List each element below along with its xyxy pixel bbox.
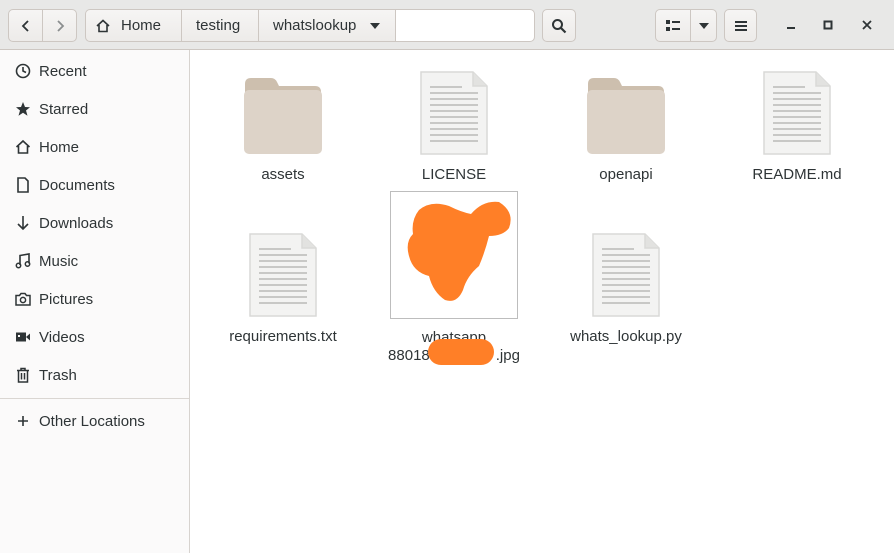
triangle-down-icon <box>698 22 709 29</box>
file-name: whats_lookup.py <box>570 328 682 345</box>
folder-icon <box>586 60 666 156</box>
sidebar-item-label: Recent <box>39 62 87 80</box>
breadcrumb-whatslookup[interactable]: whatslookup <box>258 9 395 42</box>
view-mode-button[interactable] <box>655 9 691 42</box>
view-options-dropdown[interactable] <box>690 9 717 42</box>
chevron-left-icon <box>21 19 29 32</box>
search-button[interactable] <box>542 9 576 42</box>
minimize-button[interactable] <box>780 14 802 36</box>
path-bar-empty <box>395 9 535 42</box>
sidebar-item-documents[interactable]: Documents <box>0 166 189 204</box>
path-bar: Home testing whatslookup <box>85 9 535 42</box>
redaction-scribble <box>407 201 511 301</box>
search-icon <box>552 18 567 33</box>
sidebar-item-label: Pictures <box>39 290 94 308</box>
close-icon <box>862 20 872 30</box>
sidebar-item-label: Starred <box>39 100 89 118</box>
file-item-whatsapp-image[interactable]: whatsapp 88018 .jpg <box>379 191 529 365</box>
breadcrumb-home[interactable]: Home <box>85 9 181 42</box>
sidebar-item-label: Documents <box>39 176 115 194</box>
close-button[interactable] <box>856 14 878 36</box>
sidebar-item-label: Home <box>39 138 80 156</box>
sidebar-item-pictures[interactable]: Pictures <box>0 280 189 318</box>
file-name: assets <box>261 166 305 183</box>
file-item-assets[interactable]: assets <box>208 60 358 184</box>
plus-icon <box>14 412 32 430</box>
sidebar-item-label: Music <box>39 252 79 270</box>
trash-icon <box>14 366 32 384</box>
file-name: README.md <box>752 166 842 183</box>
clock-icon <box>14 62 32 80</box>
file-name-prefix: 88018 <box>388 347 430 364</box>
file-item-readme[interactable]: README.md <box>722 60 872 184</box>
list-view-icon <box>666 19 680 31</box>
maximize-icon <box>823 20 833 30</box>
file-item-openapi[interactable]: openapi <box>551 60 701 184</box>
sidebar: Recent Starred Home Documents Downloads … <box>0 50 190 553</box>
file-item-license[interactable]: LICENSE <box>379 60 529 184</box>
breadcrumb-testing[interactable]: testing <box>181 9 258 42</box>
home-icon <box>14 138 32 156</box>
file-item-whats-lookup[interactable]: whats_lookup.py <box>551 222 701 346</box>
sidebar-item-starred[interactable]: Starred <box>0 90 189 128</box>
sidebar-item-label: Trash <box>39 366 77 384</box>
breadcrumb-label: Home <box>121 17 162 34</box>
file-name: whatsapp 88018 .jpg <box>388 329 520 365</box>
text-file-icon <box>762 60 832 156</box>
minimize-icon <box>787 27 795 29</box>
text-file-icon <box>419 60 489 156</box>
image-thumbnail <box>390 191 518 319</box>
file-name: LICENSE <box>421 166 487 183</box>
breadcrumb-label: whatslookup <box>273 17 357 34</box>
chevron-right-icon <box>56 19 64 32</box>
main-menu-button[interactable] <box>724 9 757 42</box>
file-grid: assets LICENSE openapi README.md require… <box>190 50 894 553</box>
forward-button[interactable] <box>42 9 77 42</box>
document-icon <box>14 176 32 194</box>
hamburger-menu-icon <box>734 20 747 31</box>
home-icon <box>96 18 110 32</box>
back-button[interactable] <box>8 9 43 42</box>
sidebar-item-label: Downloads <box>39 214 114 232</box>
star-icon <box>14 100 32 118</box>
header-bar: Home testing whatslookup <box>0 0 894 50</box>
sidebar-item-trash[interactable]: Trash <box>0 356 189 394</box>
folder-icon <box>243 60 323 156</box>
music-note-icon <box>14 252 32 270</box>
file-name: requirements.txt <box>229 328 337 345</box>
sidebar-item-home[interactable]: Home <box>0 128 189 166</box>
text-file-icon <box>248 222 318 318</box>
video-camera-icon <box>14 328 32 346</box>
sidebar-item-recent[interactable]: Recent <box>0 52 189 90</box>
maximize-button[interactable] <box>817 14 839 36</box>
breadcrumb-label: testing <box>196 17 241 34</box>
redaction-mark <box>428 339 495 365</box>
sidebar-item-other-locations[interactable]: Other Locations <box>0 402 189 440</box>
text-file-icon <box>591 222 661 318</box>
sidebar-item-label: Videos <box>39 328 85 346</box>
file-name: openapi <box>599 166 653 183</box>
sidebar-item-downloads[interactable]: Downloads <box>0 204 189 242</box>
download-arrow-icon <box>14 214 32 232</box>
sidebar-item-videos[interactable]: Videos <box>0 318 189 356</box>
file-name-suffix: .jpg <box>495 347 520 364</box>
file-item-requirements[interactable]: requirements.txt <box>208 222 358 346</box>
sidebar-item-label: Other Locations <box>39 412 145 430</box>
camera-icon <box>14 290 32 308</box>
triangle-down-icon <box>370 22 380 29</box>
sidebar-separator <box>0 398 189 399</box>
file-name-line2: 88018 .jpg <box>388 339 520 365</box>
sidebar-item-music[interactable]: Music <box>0 242 189 280</box>
